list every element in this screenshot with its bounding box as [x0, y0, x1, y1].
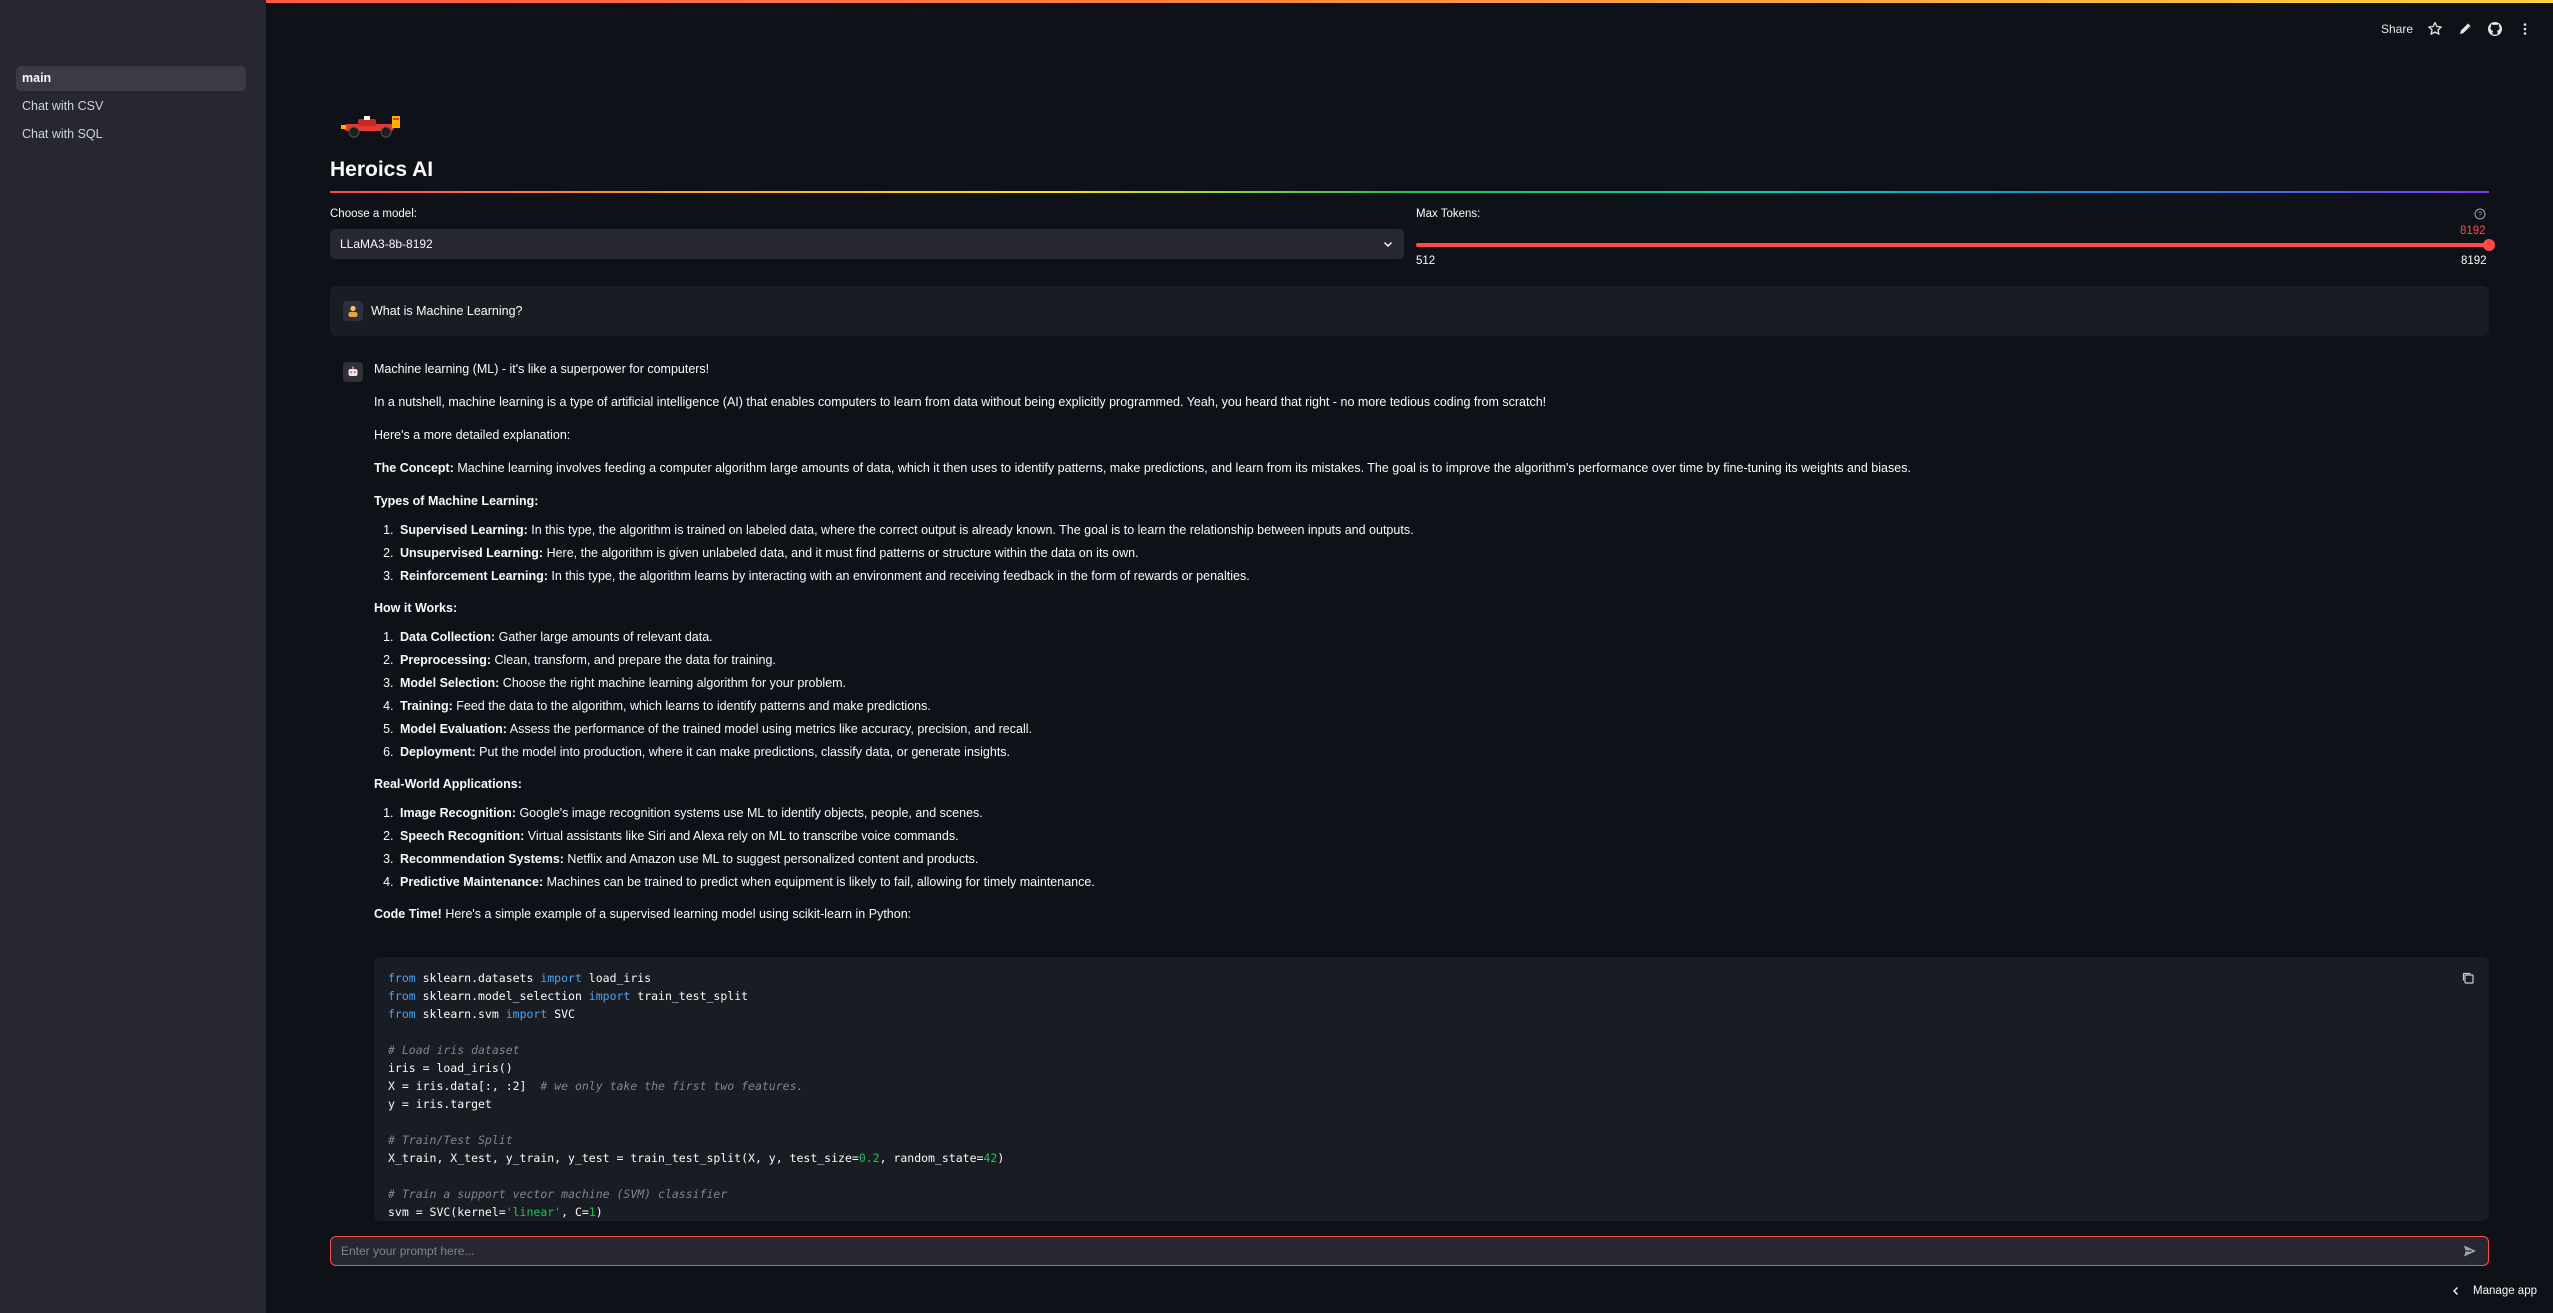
chat-input-box	[330, 1236, 2489, 1266]
concept-label: The Concept:	[374, 461, 454, 475]
list-item: Preprocessing: Clean, transform, and pre…	[397, 651, 2489, 669]
list-item: Data Collection: Gather large amounts of…	[397, 628, 2489, 646]
how-heading: How it Works:	[374, 601, 458, 615]
list-item: Speech Recognition: Virtual assistants l…	[397, 827, 2489, 845]
code-block: from sklearn.datasets import load_iris f…	[374, 957, 2489, 1221]
code-line: from sklearn.datasets import load_iris	[388, 971, 652, 985]
slider-thumb[interactable]	[2483, 239, 2495, 251]
race-car-icon	[340, 110, 406, 140]
types-heading: Types of Machine Learning:	[374, 494, 539, 508]
code-line: from sklearn.model_selection import trai…	[388, 989, 749, 1003]
concept-text: Machine learning involves feeding a comp…	[453, 461, 1911, 475]
user-avatar-icon	[343, 301, 363, 321]
code-line: # Train a support vector machine (SVM) c…	[388, 1187, 728, 1201]
svg-text:?: ?	[2478, 210, 2482, 219]
list-item: Predictive Maintenance: Machines can be …	[397, 873, 2489, 891]
apps-heading: Real-World Applications:	[374, 777, 522, 791]
apps-list: Image Recognition: Google's image recogn…	[397, 804, 2489, 891]
manage-app-button[interactable]: Manage app	[2451, 1285, 2537, 1297]
sidebar-item-chat-with-sql[interactable]: Chat with SQL	[16, 122, 246, 147]
chevron-left-icon	[2453, 1287, 2459, 1295]
types-list: Supervised Learning: In this type, the a…	[397, 521, 2489, 585]
title-divider	[330, 191, 2489, 193]
code-intro: Code Time! Here's a simple example of a …	[374, 907, 912, 921]
model-select-value: LLaMA3-8b-8192	[340, 237, 433, 251]
chevron-down-icon	[1383, 241, 1393, 248]
list-item: Model Selection: Choose the right machin…	[397, 674, 2489, 692]
list-item: Model Evaluation: Assess the performance…	[397, 720, 2489, 738]
user-message: What is Machine Learning?	[330, 286, 2489, 336]
help-icon[interactable]: ?	[2474, 208, 2486, 220]
sidebar-item-main[interactable]: main	[16, 66, 246, 91]
steps-list: Data Collection: Gather large amounts of…	[397, 628, 2489, 761]
slider-min-label: 512	[1416, 255, 1436, 267]
list-item: Supervised Learning: In this type, the a…	[397, 521, 2489, 539]
code-line: y = iris.target	[388, 1097, 492, 1111]
code-line: # Train/Test Split	[388, 1133, 513, 1147]
sidebar-nav: main Chat with CSV Chat with SQL	[16, 66, 246, 150]
code-line: iris = load_iris()	[388, 1061, 513, 1075]
list-item: Reinforcement Learning: In this type, th…	[397, 567, 2489, 585]
sidebar: main Chat with CSV Chat with SQL	[0, 0, 266, 1313]
slider-current-value: 8192	[2460, 225, 2486, 237]
code-line: # Load iris dataset	[388, 1043, 520, 1057]
code-line: svm = SVC(kernel='linear', C=1)	[388, 1205, 603, 1219]
model-select[interactable]: LLaMA3-8b-8192	[330, 229, 1404, 259]
chat-input[interactable]	[341, 1244, 2462, 1258]
robot-avatar-icon	[343, 362, 363, 382]
page-title: Heroics AI	[330, 158, 434, 181]
slider-max-label: 8192	[2461, 255, 2487, 267]
code-line: X = iris.data[:, :2] # we only take the …	[388, 1079, 804, 1093]
sidebar-item-chat-with-csv[interactable]: Chat with CSV	[16, 94, 246, 119]
user-message-text: What is Machine Learning?	[371, 304, 523, 318]
main-content: Heroics AI Choose a model: LLaMA3-8b-819…	[330, 0, 2495, 1313]
send-icon[interactable]	[2462, 1243, 2478, 1259]
concept-paragraph: The Concept: Machine learning involves f…	[374, 459, 2489, 477]
more-vert-icon[interactable]	[2517, 21, 2533, 37]
list-item: Recommendation Systems: Netflix and Amaz…	[397, 850, 2489, 868]
model-select-label: Choose a model:	[330, 208, 417, 220]
code-line: from sklearn.svm import SVC	[388, 1007, 575, 1021]
assistant-more: Here's a more detailed explanation:	[374, 428, 571, 442]
list-item: Image Recognition: Google's image recogn…	[397, 804, 2489, 822]
list-item: Unsupervised Learning: Here, the algorit…	[397, 544, 2489, 562]
list-item: Deployment: Put the model into productio…	[397, 743, 2489, 761]
max-tokens-label: Max Tokens:	[1416, 208, 1481, 220]
list-item: Training: Feed the data to the algorithm…	[397, 697, 2489, 715]
code-line: X_train, X_test, y_train, y_test = train…	[388, 1151, 1005, 1165]
assistant-nutshell: In a nutshell, machine learning is a typ…	[374, 395, 1547, 409]
assistant-intro: Machine learning (ML) - it's like a supe…	[374, 362, 710, 376]
copy-icon[interactable]	[2461, 971, 2475, 985]
max-tokens-slider[interactable]	[1416, 239, 2495, 251]
assistant-message-content: Machine learning (ML) - it's like a supe…	[374, 360, 2489, 938]
slider-fill	[1416, 243, 2489, 247]
manage-app-label: Manage app	[2473, 1285, 2537, 1297]
